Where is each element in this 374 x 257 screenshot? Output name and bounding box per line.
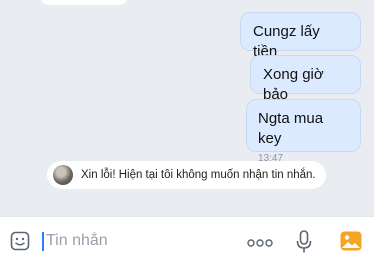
previous-message-bubble[interactable] — [40, 0, 128, 5]
sent-message-bubble[interactable]: Ngta mua key 13:47 — [246, 99, 361, 164]
message-input[interactable] — [46, 229, 196, 253]
sent-message-bubble[interactable]: Xong giờ bảo — [250, 55, 361, 103]
avatar[interactable] — [53, 165, 73, 185]
message-text: Ngta mua key — [258, 110, 324, 147]
emoji-icon[interactable] — [10, 231, 30, 251]
chat-area: Cungz lấy tiền Xong giờ bảo Ngta mua key… — [0, 0, 374, 216]
image-icon[interactable] — [340, 231, 362, 251]
microphone-icon[interactable] — [296, 230, 312, 254]
more-icon[interactable] — [247, 239, 273, 247]
message-composer — [0, 216, 374, 257]
system-notice: Xin lỗi! Hiện tại tôi không muốn nhận ti… — [47, 161, 326, 189]
system-notice-text: Xin lỗi! Hiện tại tôi không muốn nhận ti… — [81, 169, 316, 181]
text-cursor — [42, 232, 44, 251]
sent-message-bubble[interactable]: Cungz lấy tiền — [240, 12, 361, 60]
